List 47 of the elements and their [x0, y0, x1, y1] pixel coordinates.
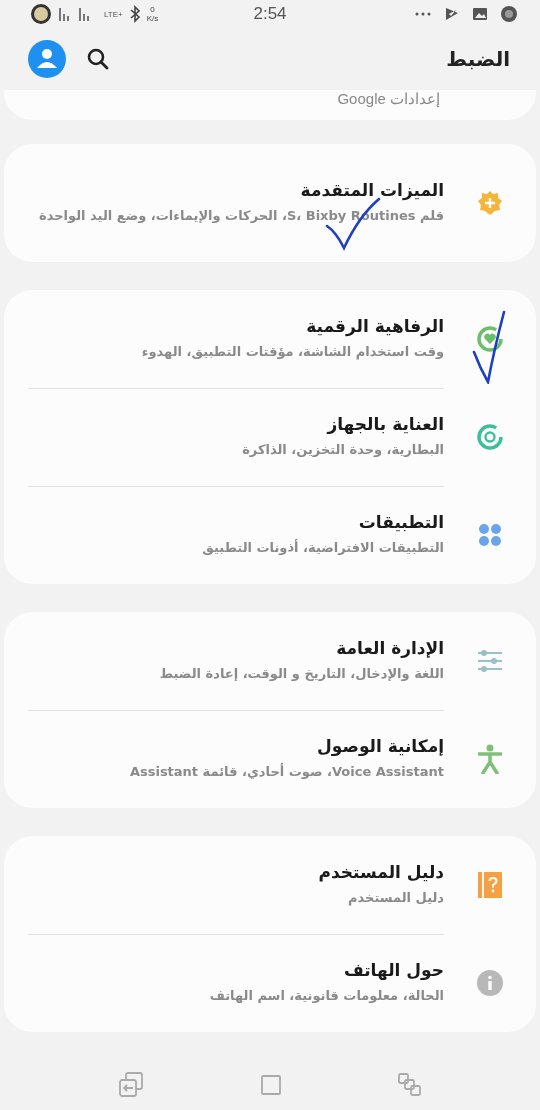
more-icon	[414, 10, 432, 17]
item-title: حول الهاتف	[342, 959, 444, 980]
item-title: التطبيقات	[357, 511, 444, 532]
item-title: الميزات المتقدمة	[299, 179, 444, 200]
item-subtitle: إعدادات Google	[337, 90, 440, 109]
back-icon[interactable]	[118, 1071, 144, 1098]
settings-item[interactable]: الرفاهية الرقمية وقت استخدام الشاشة، مؤقتات التطبيق، الهدوء	[4, 289, 536, 388]
refresh-ring-icon	[476, 422, 504, 451]
badge-icon	[500, 4, 518, 23]
page-title: الضبط	[446, 46, 510, 71]
settings-item[interactable]: العناية بالجهاز البطارية، وحدة التخزين، الذاكرة	[4, 387, 536, 486]
apps-icon	[477, 521, 503, 548]
item-subtitle: Voice Assistant، صوت أحادي، قائمة Assistant	[129, 762, 444, 781]
help-book-icon	[478, 871, 502, 898]
speed-unit: K/s	[146, 13, 159, 23]
settings-item[interactable]: الإدارة العامة اللغة والإدخال، التاريخ و الوقت، إعادة الضبط	[4, 611, 536, 710]
settings-item[interactable]: إمكانية الوصول Voice Assistant، صوت أحادي، قائمة Assistant	[4, 709, 536, 808]
profile-icon[interactable]	[28, 39, 66, 78]
settings-item[interactable]: دليل المستخدم دليل المستخدم	[4, 835, 536, 934]
app-badge-icon	[30, 2, 52, 25]
bluetooth-icon	[128, 4, 141, 23]
item-title: الرفاهية الرقمية	[305, 315, 444, 336]
item-title: إمكانية الوصول	[316, 735, 444, 756]
gear-plus-icon	[477, 189, 503, 216]
clock: 2:54	[253, 3, 287, 24]
recents-icon[interactable]	[398, 1072, 422, 1097]
flag-icon	[444, 5, 460, 22]
settings-item[interactable]: التطبيقات التطبيقات الافتراضية، أذونات التطبيق	[4, 485, 536, 584]
heart-ring-icon	[476, 324, 504, 353]
item-title: دليل المستخدم	[318, 861, 444, 882]
speed-value: 0	[150, 4, 155, 14]
info-icon	[477, 969, 503, 996]
home-icon[interactable]	[260, 1073, 282, 1096]
search-icon[interactable]	[86, 46, 110, 71]
item-subtitle: دليل المستخدم	[347, 888, 444, 908]
image-icon	[472, 5, 488, 22]
item-title: العناية بالجهاز	[325, 413, 444, 434]
sliders-icon	[477, 648, 503, 673]
item-title: الإدارة العامة	[335, 637, 444, 658]
item-subtitle: الحالة، معلومات قانونية، اسم الهاتف	[209, 986, 444, 1005]
item-subtitle: اللغة والإدخال، التاريخ و الوقت، إعادة الضبط	[159, 664, 444, 683]
item-subtitle: وقت استخدام الشاشة، مؤقتات التطبيق، الهدوء	[141, 342, 444, 362]
item-subtitle: البطارية، وحدة التخزين، الذاكرة	[242, 440, 444, 459]
accessibility-icon	[478, 743, 502, 774]
item-subtitle: التطبيقات الافتراضية، أذونات التطبيق	[202, 538, 444, 557]
settings-item[interactable]: حول الهاتف الحالة، معلومات قانونية، اسم الهاتف	[4, 933, 536, 1032]
network-type: LTE+	[104, 9, 123, 19]
